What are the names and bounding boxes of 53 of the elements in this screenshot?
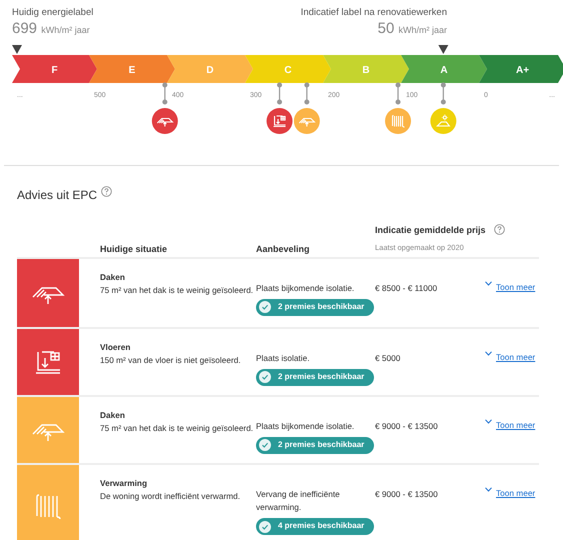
energy-label-segment: B	[323, 55, 409, 83]
check-icon	[259, 371, 271, 384]
show-more-link[interactable]: Toon meer	[485, 258, 536, 294]
pointer-icon	[12, 45, 22, 54]
energy-unit: kWh/m² jaar	[398, 25, 447, 36]
price-text: € 9000 - € 13500	[375, 488, 438, 499]
check-icon	[259, 301, 271, 314]
show-more-link[interactable]: Toon meer	[485, 396, 536, 432]
label-caption: Huidig energielabel	[12, 6, 94, 20]
situation-text: 75 m² van het dak is te weinig geïsoleerd.	[100, 284, 254, 298]
situation-text: De woning wordt inefficiënt verwarmd.	[100, 490, 242, 504]
measure-title: Daken	[100, 408, 126, 422]
measure-title: Verwarming	[100, 476, 148, 490]
help-icon[interactable]	[101, 186, 112, 197]
section-title: Advies uit EPC	[17, 187, 98, 204]
chevron-down-icon	[485, 418, 492, 424]
price-text: € 8500 - € 11000	[375, 282, 438, 293]
energy-value: 50	[378, 20, 394, 38]
check-icon	[259, 520, 271, 533]
chevron-down-icon	[485, 280, 492, 286]
energy-label-segment: A	[401, 55, 487, 83]
energy-unit: kWh/m² jaar	[41, 25, 90, 36]
recommendation-text: Plaats bijkomende isolatie.	[256, 282, 356, 295]
price-text: € 9000 - € 13500	[375, 420, 438, 431]
recommendation-text: Plaats bijkomende isolatie.	[256, 420, 356, 433]
show-more-link[interactable]: Toon meer	[485, 328, 536, 364]
label-caption: Indicatief label na renovatiewerken	[300, 6, 447, 20]
column-header: Indicatie gemiddelde prijs	[375, 224, 486, 237]
energy-label-segment: D	[167, 55, 253, 83]
column-header: Huidige situatie	[100, 244, 168, 254]
chevron-down-icon	[485, 486, 492, 492]
recommendation-text: Plaats isolatie.	[256, 352, 310, 365]
premiums-badge[interactable]: 2 premies beschikbaar	[256, 437, 374, 454]
energy-label-segment: A+	[479, 55, 563, 83]
measure-title: Vloeren	[100, 340, 132, 354]
situation-text: 150 m² van de vloer is niet geïsoleerd.	[100, 354, 242, 368]
energy-label-segment: F	[12, 55, 97, 83]
column-header: Aanbeveling	[256, 244, 310, 254]
pointer-icon	[438, 45, 448, 54]
price-text: € 5000	[375, 352, 400, 363]
situation-text: 75 m² van het dak is te weinig geïsoleerd.	[100, 422, 254, 436]
measure-title: Daken	[100, 270, 126, 284]
show-more-link[interactable]: Toon meer	[485, 464, 536, 500]
energy-label-segment: C	[245, 55, 331, 83]
energy-label-segment: E	[89, 55, 175, 83]
recommendation-text: Vervang de inefficiënte verwarming.	[256, 488, 341, 514]
premiums-badge[interactable]: 4 premies beschikbaar	[256, 518, 374, 536]
help-icon[interactable]	[494, 224, 505, 235]
chevron-down-icon	[485, 350, 492, 356]
energy-value: 699	[12, 20, 38, 38]
premiums-badge[interactable]: 2 premies beschikbaar	[256, 369, 374, 386]
check-icon	[259, 439, 271, 452]
premiums-badge[interactable]: 2 premies beschikbaar	[256, 299, 374, 316]
